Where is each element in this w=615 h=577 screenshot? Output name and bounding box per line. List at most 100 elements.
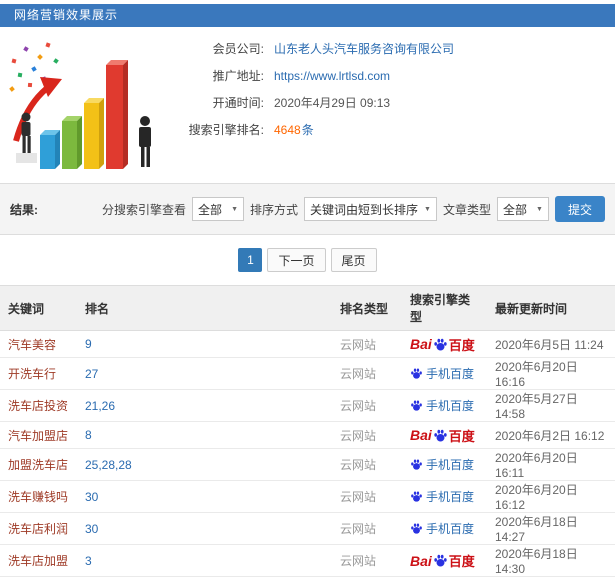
last-page-button[interactable]: 尾页 — [330, 248, 377, 272]
baidu-paw-icon — [411, 522, 422, 534]
rank-type-text: 云网站 — [340, 399, 377, 413]
mobile-baidu-text: 手机百度 — [426, 398, 475, 413]
keyword-text: 开洗车行 — [8, 367, 57, 381]
table-row: 开洗车行 27 云网站 手机百度 2020年6月20日 16:16 — [0, 357, 615, 390]
promotion-url-label: 推广地址: — [212, 69, 264, 83]
next-page-button[interactable]: 下一页 — [267, 248, 326, 272]
keyword-text: 洗车店利润 — [8, 522, 69, 536]
results-table: 关键词 排名 排名类型 搜索引擎类型 最新更新时间 汽车美容 9 云网站 Bai 百度 2… — [0, 285, 615, 577]
keyword-text: 汽车加盟店 — [8, 428, 69, 443]
rank-type-text: 云网站 — [340, 554, 377, 568]
mobile-baidu-logo: 手机百度 — [410, 520, 474, 537]
baidu-paw-icon — [434, 429, 447, 441]
rank-link[interactable]: 9 — [85, 337, 92, 351]
table-header-row: 关键词 排名 排名类型 搜索引擎类型 最新更新时间 — [0, 285, 615, 331]
rank-link[interactable]: 21,26 — [85, 399, 115, 413]
opened-time-value: 2020年4月29日 09:13 — [274, 96, 391, 110]
bar-chart-illustration — [9, 42, 151, 169]
mobile-baidu-text: 手机百度 — [426, 521, 475, 536]
table-row: 汽车加盟店 8 云网站 Bai 百度 2020年6月2日 16:12 — [0, 421, 615, 449]
rank-type-text: 云网站 — [340, 367, 377, 381]
info-section: 会员公司: 山东老人头汽车服务咨询有限公司 推广地址: https://www.… — [0, 27, 615, 183]
submit-button[interactable]: 提交 — [554, 196, 605, 222]
opened-time-label: 开通时间: — [212, 96, 264, 110]
mobile-baidu-text: 手机百度 — [426, 489, 475, 504]
updated-time-text: 2020年6月18日 14:27 — [495, 515, 578, 544]
rank-type-text: 云网站 — [340, 337, 377, 352]
pagination: 1 下一页 尾页 — [0, 235, 615, 285]
mobile-baidu-logo: 手机百度 — [410, 365, 474, 382]
engine-select[interactable]: 全部 ▼ — [192, 197, 244, 221]
table-row: 洗车赚钱吗 30 云网站 手机百度 2020年6月20日 16:12 — [0, 480, 615, 513]
promotion-url-row: 推广地址: https://www.lrtlsd.com — [178, 68, 454, 84]
company-link[interactable]: 山东老人头汽车服务咨询有限公司 — [274, 40, 454, 57]
col-header-keyword: 关键词 — [0, 285, 77, 331]
caret-down-icon: ▼ — [536, 205, 543, 213]
mobile-baidu-logo: 手机百度 — [410, 456, 474, 473]
updated-time-text: 2020年6月5日 11:24 — [495, 337, 604, 352]
baidu-paw-icon — [411, 367, 422, 379]
filter-controls: 分搜索引擎查看 全部 ▼ 排序方式 关键词由短到长排序 ▼ 文章类型 全部 ▼ … — [102, 196, 605, 222]
baidu-logo: Bai 百度 — [410, 551, 475, 570]
updated-time-text: 2020年6月20日 16:12 — [495, 483, 578, 512]
person-right-silhouette — [139, 116, 151, 167]
rank-link[interactable]: 25,28,28 — [85, 458, 132, 472]
mobile-baidu-text: 手机百度 — [426, 366, 475, 381]
caret-down-icon: ▼ — [424, 205, 431, 213]
baidu-wordmark-cn: 百度 — [448, 428, 475, 444]
rank-link[interactable]: 27 — [85, 367, 98, 381]
table-row: 汽车美容 9 云网站 Bai 百度 2020年6月5日 11:24 — [0, 330, 615, 358]
keyword-text: 加盟洗车店 — [8, 458, 69, 472]
sort-select[interactable]: 关键词由短到长排序 ▼ — [304, 197, 437, 221]
page-number-current[interactable]: 1 — [238, 248, 263, 272]
keyword-text: 汽车美容 — [8, 337, 57, 352]
keyword-text: 洗车店加盟 — [8, 554, 69, 568]
keyword-text: 洗车赚钱吗 — [8, 490, 69, 504]
updated-time-text: 2020年6月2日 16:12 — [495, 428, 605, 443]
engine-rank-value: 4648条 — [274, 121, 314, 138]
baidu-wordmark-cn: 百度 — [448, 337, 475, 353]
mobile-baidu-text: 手机百度 — [426, 457, 475, 472]
filter-bar: 结果: 分搜索引擎查看 全部 ▼ 排序方式 关键词由短到长排序 ▼ 文章类型 全… — [0, 183, 615, 235]
baidu-wordmark-bai: Bai — [410, 552, 432, 569]
app-header: 网络营销效果展示 — [0, 4, 615, 27]
rank-count-value: 4648 — [274, 123, 301, 137]
engine-rank-row: 搜索引擎排名: 4648条 — [178, 122, 454, 137]
engine-rank-label: 搜索引擎排名: — [188, 123, 264, 137]
baidu-paw-icon — [411, 458, 422, 470]
updated-time-text: 2020年5月27日 14:58 — [495, 392, 578, 421]
updated-time-text: 2020年6月20日 16:11 — [495, 451, 578, 480]
rank-link[interactable]: 8 — [85, 428, 92, 442]
rank-type-text: 云网站 — [340, 490, 377, 504]
sort-label: 排序方式 — [250, 202, 299, 217]
article-type-select[interactable]: 全部 ▼ — [496, 197, 549, 221]
page-title: 网络营销效果展示 — [14, 8, 119, 22]
bars — [40, 60, 128, 169]
updated-time-text: 2020年6月20日 16:16 — [495, 360, 578, 389]
promotion-url-link[interactable]: https://www.lrtlsd.com — [274, 69, 390, 83]
table-body: 汽车美容 9 云网站 Bai 百度 2020年6月5日 11:24 开洗车行 27 云网站 手机百… — [0, 330, 615, 577]
baidu-paw-icon — [411, 490, 422, 502]
col-header-rank-type: 排名类型 — [332, 285, 402, 331]
engine-filter-label: 分搜索引擎查看 — [101, 202, 186, 217]
col-header-rank: 排名 — [77, 285, 332, 331]
col-header-engine-type: 搜索引擎类型 — [402, 285, 487, 331]
caret-down-icon: ▼ — [231, 205, 238, 213]
mobile-baidu-logo: 手机百度 — [410, 488, 474, 505]
rank-type-text: 云网站 — [340, 428, 377, 443]
person-left-silhouette — [21, 112, 31, 153]
rank-link[interactable]: 30 — [85, 522, 98, 536]
baidu-wordmark-bai: Bai — [410, 336, 432, 352]
baidu-paw-icon — [411, 399, 422, 411]
rank-type-text: 云网站 — [340, 522, 377, 536]
table-row: 洗车店投资 21,26 云网站 手机百度 2020年5月27日 14:58 — [0, 389, 615, 422]
rank-link[interactable]: 3 — [85, 554, 92, 568]
baidu-paw-icon — [434, 554, 447, 567]
company-row: 会员公司: 山东老人头汽车服务咨询有限公司 — [178, 41, 454, 56]
info-rows: 会员公司: 山东老人头汽车服务咨询有限公司 推广地址: https://www.… — [178, 41, 454, 149]
rank-count-unit: 条 — [301, 123, 314, 137]
rank-link[interactable]: 30 — [85, 490, 98, 504]
opened-time-row: 开通时间: 2020年4月29日 09:13 — [178, 95, 454, 110]
company-label: 会员公司: — [212, 42, 264, 56]
updated-time-text: 2020年6月18日 14:30 — [495, 547, 578, 576]
